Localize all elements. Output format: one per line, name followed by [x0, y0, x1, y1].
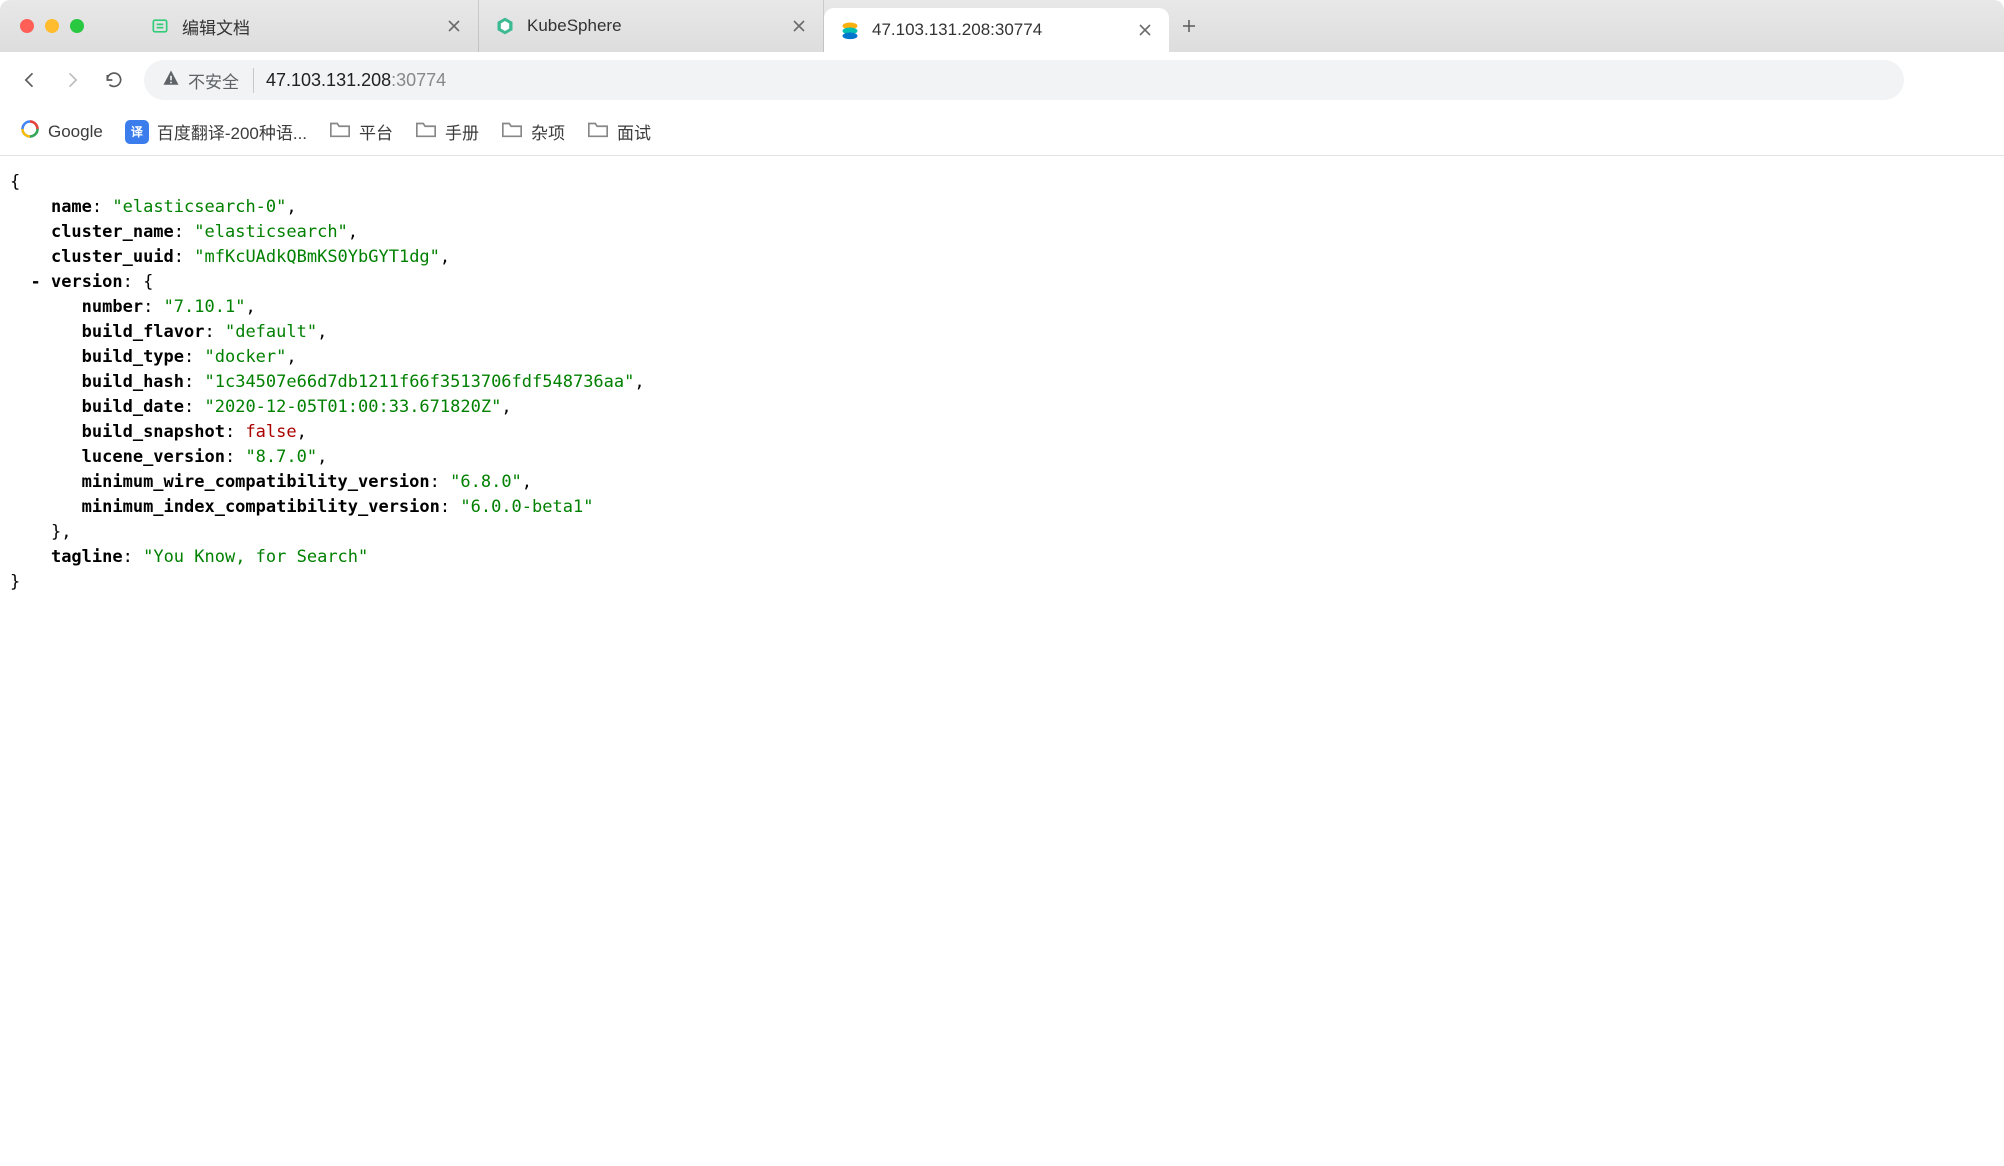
json-viewer: { name: "elasticsearch-0", cluster_name:…	[0, 156, 2004, 609]
bookmark-folder-interview[interactable]: 面试	[587, 119, 651, 144]
json-value: "2020-12-05T01:00:33.671820Z"	[205, 397, 502, 417]
folder-icon	[587, 119, 609, 144]
tab-title: 47.103.131.208:30774	[872, 20, 1125, 40]
url-text: 47.103.131.208:30774	[266, 70, 446, 91]
bookmark-label: Google	[48, 122, 103, 142]
bookmark-label: 面试	[617, 119, 651, 144]
bookmark-label: 杂项	[531, 119, 565, 144]
close-icon[interactable]	[446, 18, 462, 34]
json-key: build_flavor	[82, 322, 205, 342]
json-key: name	[51, 197, 92, 217]
tab-title: 编辑文档	[182, 14, 434, 39]
window-chrome: 编辑文档 KubeSphere 47.103.131.208:30774	[0, 0, 2004, 52]
close-icon[interactable]	[1137, 22, 1153, 38]
forward-button[interactable]	[60, 68, 84, 92]
window-minimize-button[interactable]	[45, 19, 59, 33]
tab-kubesphere[interactable]: KubeSphere	[479, 0, 824, 52]
address-bar[interactable]: 不安全 47.103.131.208:30774	[144, 60, 1904, 100]
tab-elasticsearch[interactable]: 47.103.131.208:30774	[824, 8, 1169, 52]
json-value: false	[245, 422, 296, 442]
warning-icon	[162, 69, 180, 92]
bookmark-folder-manual[interactable]: 手册	[415, 119, 479, 144]
tab-strip: 编辑文档 KubeSphere 47.103.131.208:30774	[134, 0, 2004, 52]
translate-icon: 译	[125, 120, 149, 144]
new-tab-button[interactable]	[1169, 0, 1209, 52]
folder-icon	[501, 119, 523, 144]
json-key: minimum_index_compatibility_version	[82, 497, 440, 517]
json-key: build_type	[82, 347, 184, 367]
json-key: lucene_version	[82, 447, 225, 467]
elastic-icon	[840, 20, 860, 40]
json-key: build_snapshot	[82, 422, 225, 442]
json-key: tagline	[51, 547, 123, 567]
tab-yuque[interactable]: 编辑文档	[134, 0, 479, 52]
folder-icon	[415, 119, 437, 144]
bookmark-label: 平台	[359, 119, 393, 144]
bookmark-baidu-translate[interactable]: 译 百度翻译-200种语...	[125, 119, 307, 144]
json-value: "8.7.0"	[245, 447, 317, 467]
bookmark-folder-misc[interactable]: 杂项	[501, 119, 565, 144]
json-value: "docker"	[205, 347, 287, 367]
site-security-badge[interactable]: 不安全	[162, 68, 254, 93]
json-value: "default"	[225, 322, 317, 342]
bookmark-google[interactable]: Google	[20, 119, 103, 144]
window-close-button[interactable]	[20, 19, 34, 33]
json-key: number	[82, 297, 143, 317]
json-value: "6.8.0"	[450, 472, 522, 492]
collapse-toggle[interactable]: -	[30, 272, 40, 292]
json-key: cluster_uuid	[51, 247, 174, 267]
json-key: build_hash	[82, 372, 184, 392]
google-icon	[20, 119, 40, 144]
json-value: "7.10.1"	[164, 297, 246, 317]
traffic-lights	[0, 19, 104, 33]
bookmark-label: 百度翻译-200种语...	[157, 119, 307, 144]
json-key: minimum_wire_compatibility_version	[82, 472, 430, 492]
json-value: "elasticsearch-0"	[112, 197, 286, 217]
json-key: version	[51, 272, 123, 292]
bookmark-label: 手册	[445, 119, 479, 144]
bookmark-folder-platform[interactable]: 平台	[329, 119, 393, 144]
url-host: 47.103.131.208	[266, 70, 391, 90]
kubesphere-icon	[495, 16, 515, 36]
url-port: :30774	[391, 70, 446, 90]
browser-toolbar: 不安全 47.103.131.208:30774	[0, 52, 2004, 108]
back-button[interactable]	[18, 68, 42, 92]
bookmarks-bar: Google 译 百度翻译-200种语... 平台 手册 杂项 面试	[0, 108, 2004, 156]
close-icon[interactable]	[791, 18, 807, 34]
json-value: "6.0.0-beta1"	[460, 497, 593, 517]
security-label: 不安全	[188, 68, 239, 93]
json-key: cluster_name	[51, 222, 174, 242]
json-value: "You Know, for Search"	[143, 547, 368, 567]
json-value: "mfKcUAdkQBmKS0YbGYT1dg"	[194, 247, 440, 267]
json-key: build_date	[82, 397, 184, 417]
reload-button[interactable]	[102, 68, 126, 92]
yuque-icon	[150, 16, 170, 36]
json-value: "1c34507e66d7db1211f66f3513706fdf548736a…	[205, 372, 635, 392]
folder-icon	[329, 119, 351, 144]
tab-title: KubeSphere	[527, 16, 779, 36]
json-value: "elasticsearch"	[194, 222, 348, 242]
window-maximize-button[interactable]	[70, 19, 84, 33]
